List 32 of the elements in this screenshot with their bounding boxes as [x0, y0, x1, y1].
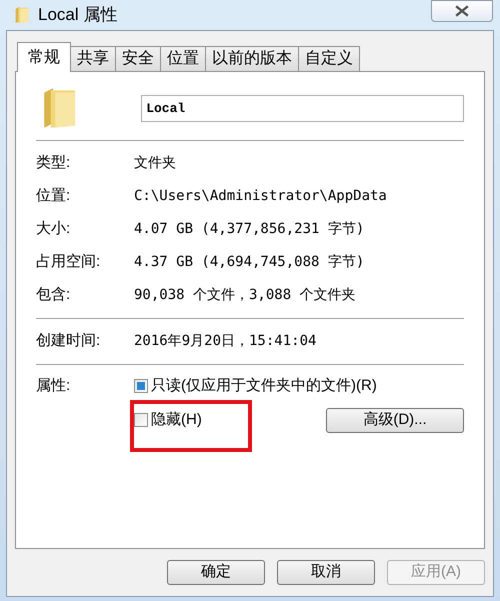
dialog-button[interactable]: 取消 — [277, 560, 375, 585]
checkbox-label: 只读(仅应用于文件夹中的文件)(R) — [151, 376, 377, 396]
tab[interactable]: 常规 — [17, 42, 71, 72]
property-label: 包含: — [36, 285, 72, 306]
property-label: 类型: — [36, 153, 72, 174]
property-label: 大小: — [36, 219, 72, 240]
tab[interactable]: 自定义 — [298, 46, 360, 71]
property-label: 占用空间: — [36, 252, 102, 272]
name-field[interactable]: Local — [141, 94, 464, 122]
property-label: 创建时间: — [36, 331, 102, 352]
tab[interactable]: 安全 — [115, 46, 161, 71]
property-value: 文件夹 — [134, 154, 176, 173]
checkbox[interactable] — [134, 379, 148, 394]
tab[interactable]: 以前的版本 — [205, 46, 299, 71]
dialog-button[interactable]: 确定 — [167, 560, 265, 585]
checkbox[interactable] — [134, 413, 148, 427]
close-icon — [455, 5, 469, 17]
folder-icon — [42, 86, 78, 130]
tab[interactable]: 共享 — [70, 46, 116, 71]
property-value: 4.07 GB (4,377,856,231 字节) — [134, 220, 364, 239]
checkbox-label: 隐藏(H) — [151, 410, 202, 430]
folder-icon — [14, 6, 30, 24]
close-button[interactable] — [431, 0, 493, 22]
property-value: C:\Users\Administrator\AppData — [134, 187, 387, 206]
window-title: Local 属性 — [38, 4, 118, 26]
tab[interactable]: 位置 — [160, 46, 206, 71]
property-value: 90,038 个文件，3,088 个文件夹 — [134, 286, 356, 305]
property-label: 属性: — [36, 376, 72, 396]
property-value: 4.37 GB (4,694,745,088 字节) — [134, 253, 364, 272]
advanced-button[interactable]: 高级(D)... — [326, 408, 464, 432]
property-label: 位置: — [36, 186, 72, 206]
property-value: 2016年9月20日，15:41:04 — [134, 332, 316, 351]
